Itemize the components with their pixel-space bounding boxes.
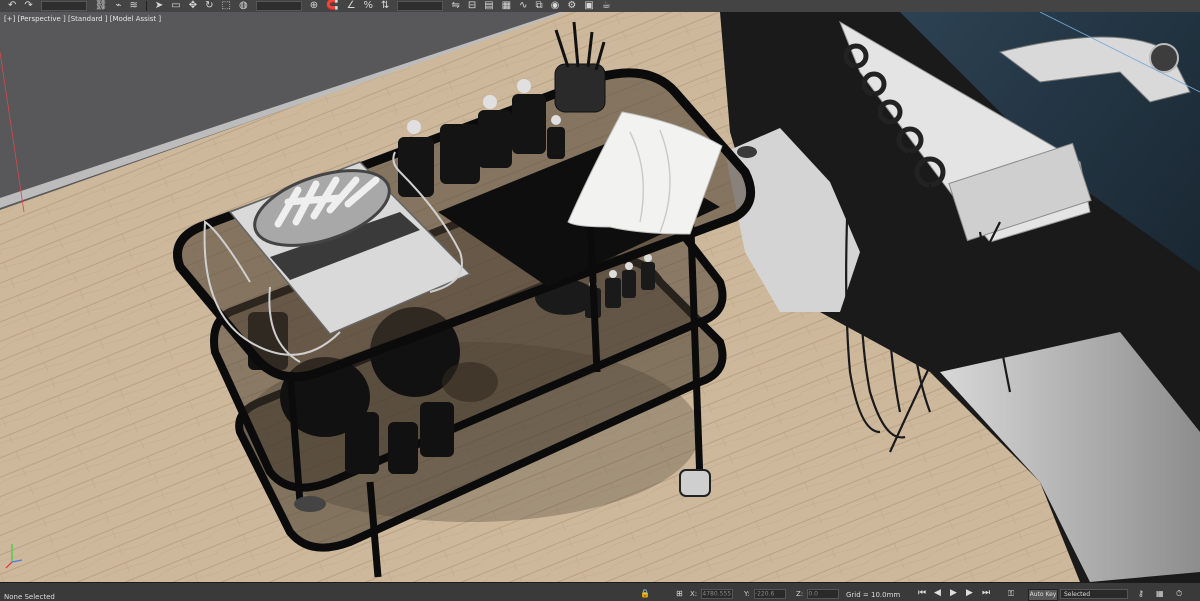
chair-knob [737, 146, 757, 158]
snap-icon[interactable]: 🧲 [326, 0, 338, 12]
next-frame-icon[interactable]: ▶ [966, 589, 973, 598]
spinner-snap-icon[interactable]: ⇅ [381, 0, 389, 12]
status-bar: None Selected 🔒 ⊞ X: 4780.555 Y: -220.6 … [0, 582, 1200, 601]
scale-icon[interactable]: ⬚ [222, 0, 231, 12]
mirror-icon[interactable]: ⇋ [451, 0, 459, 12]
viewport-scene [0, 12, 1200, 582]
move-icon[interactable]: ✥ [189, 0, 197, 12]
toolbar-divider [145, 1, 147, 11]
x-coordinate-field[interactable]: 4780.555 [701, 589, 734, 599]
go-to-start-icon[interactable]: ⏮ [918, 589, 926, 598]
key-filters-icon[interactable]: ▦ [1156, 589, 1164, 598]
round-dish [442, 362, 498, 402]
z-coordinate-value: 0.0 [808, 590, 818, 598]
x-coordinate-value: 4780.555 [702, 590, 732, 598]
unlink-icon[interactable]: ⌁ [115, 0, 121, 12]
brush-cup [554, 63, 606, 113]
z-coordinate: Z: 0.0 [796, 589, 840, 599]
play-icon[interactable]: ▶ [950, 589, 957, 598]
x-coordinate: X: 4780.555 [690, 589, 734, 599]
pivot-icon[interactable]: ⊕ [310, 0, 318, 12]
bind-icon[interactable]: ≋ [130, 0, 138, 12]
selection-filter-field[interactable] [40, 1, 87, 11]
curve-editor-icon[interactable]: ∿ [519, 0, 527, 12]
absolute-mode-icon[interactable]: ⊞ [676, 589, 683, 598]
auto-key-button[interactable]: Auto Key [1028, 589, 1058, 601]
dental-light-head [1149, 43, 1179, 73]
align-icon[interactable]: ⊟ [468, 0, 476, 12]
y-label: Y: [744, 590, 750, 598]
perspective-viewport[interactable]: [+] [Perspective ] [Standard ] [Model As… [0, 12, 1200, 582]
cart-wheel-rear [294, 496, 326, 512]
named-selection-set-field[interactable] [397, 1, 444, 11]
grid-size: Grid = 10.0mm [846, 591, 901, 599]
schematic-icon[interactable]: ⧉ [536, 0, 543, 12]
reference-coordinate-dropdown[interactable] [255, 1, 302, 11]
y-coordinate-field[interactable]: -220.6 [753, 589, 786, 599]
select-place-icon[interactable]: ◍ [239, 0, 248, 12]
render-frame-icon[interactable]: ▣ [584, 0, 593, 12]
percent-snap-icon[interactable]: % [364, 0, 374, 12]
y-coordinate-value: -220.6 [754, 590, 775, 598]
link-icon[interactable]: ⛓ [95, 0, 108, 12]
z-label: Z: [796, 590, 804, 598]
time-config-icon[interactable]: ⏱ [1176, 589, 1182, 599]
material-editor-icon[interactable]: ◉ [551, 0, 560, 12]
x-label: X: [690, 590, 698, 598]
axis-tripod-icon [5, 544, 23, 569]
z-coordinate-field[interactable]: 0.0 [807, 589, 840, 599]
render-setup-icon[interactable]: ⚙ [567, 0, 576, 12]
select-region-icon[interactable]: ▭ [171, 0, 180, 12]
layer-icon[interactable]: ▤ [484, 0, 493, 12]
y-coordinate: Y: -220.6 [744, 589, 786, 599]
angle-snap-icon[interactable]: ∠ [347, 0, 356, 12]
undo-icon[interactable]: ↶ [8, 0, 16, 12]
go-to-end-icon[interactable]: ⏭ [982, 589, 990, 598]
cart-wheel [679, 469, 711, 497]
set-key-icon[interactable]: ⚷ [1138, 589, 1144, 598]
rotate-icon[interactable]: ↻ [205, 0, 213, 12]
redo-icon[interactable]: ↷ [24, 0, 32, 12]
previous-frame-icon[interactable]: ◀ [934, 589, 941, 598]
viewport-label[interactable]: [+] [Perspective ] [Standard ] [Model As… [4, 15, 161, 23]
key-icon[interactable]: ⚿ [1008, 589, 1014, 599]
select-arrow-icon[interactable]: ➤ [155, 0, 163, 12]
ribbon-icon[interactable]: ▦ [502, 0, 511, 12]
lock-icon[interactable]: 🔒 [640, 589, 650, 598]
selected-set-dropdown[interactable]: Selected [1060, 589, 1128, 599]
render-icon[interactable]: ☕ [602, 0, 611, 12]
